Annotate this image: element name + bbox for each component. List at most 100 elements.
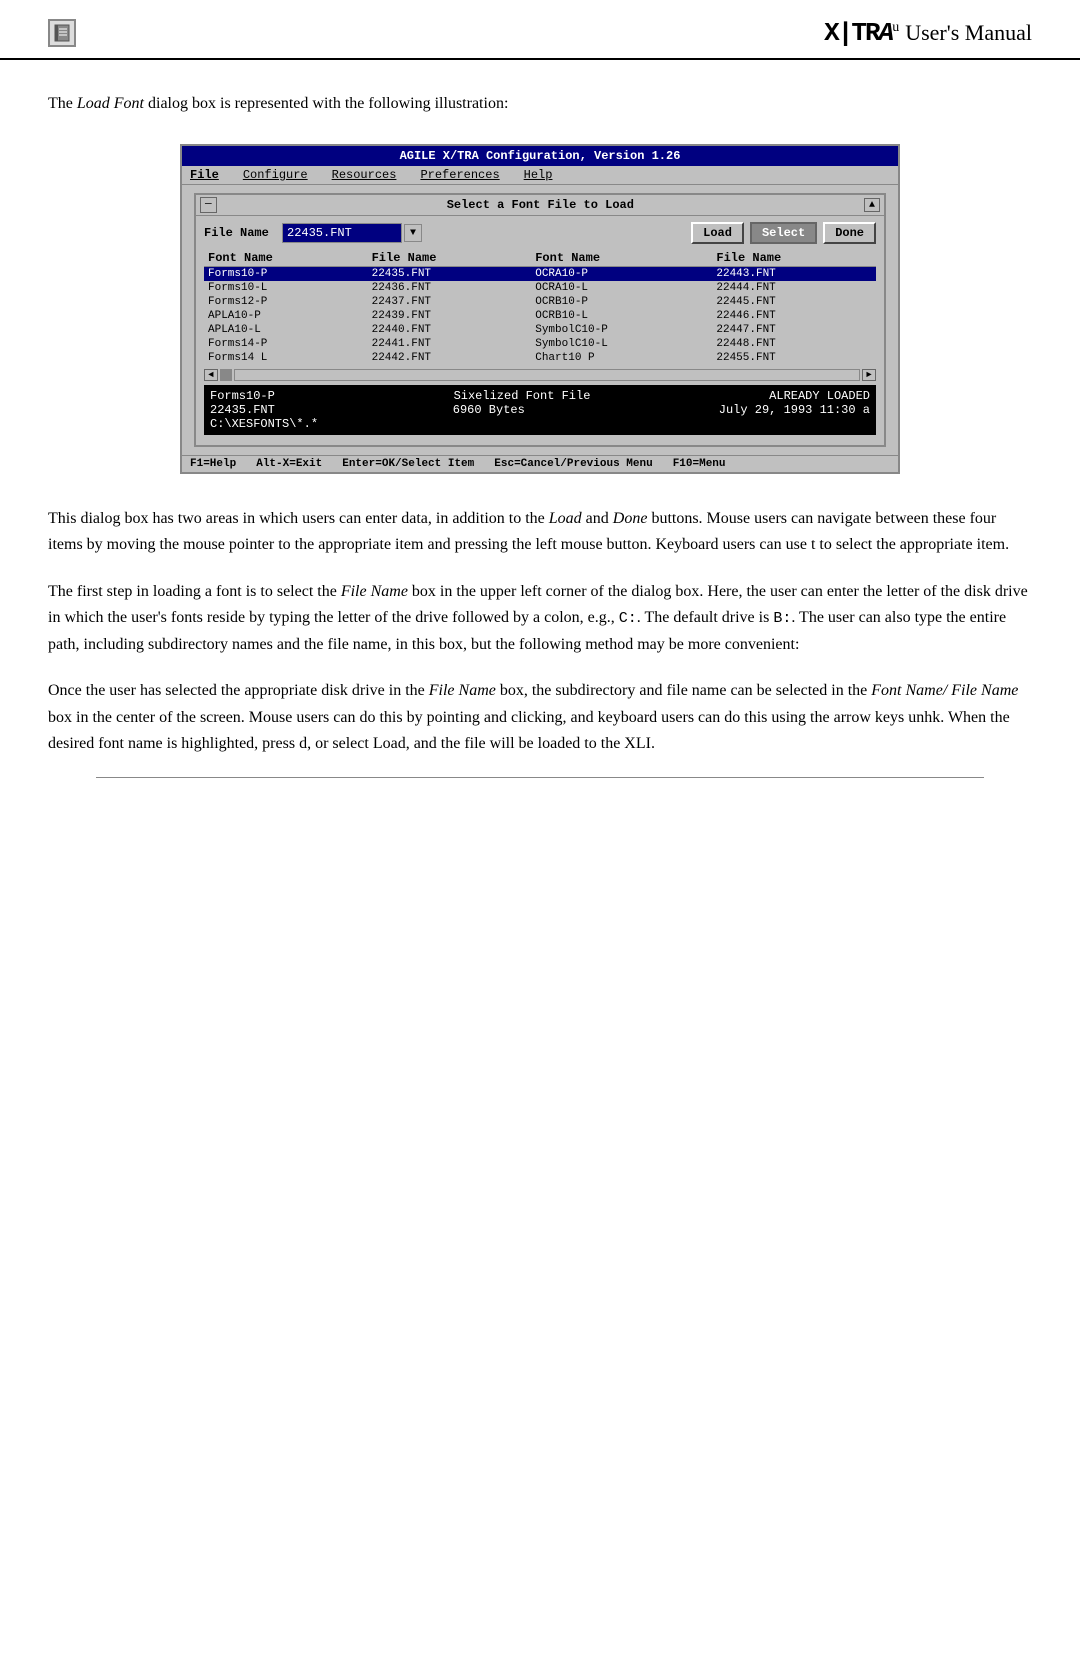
col-font-name-2: Font Name bbox=[531, 250, 712, 267]
cell-font1: APLA10-L bbox=[204, 323, 368, 337]
table-row[interactable]: Forms10-L 22436.FNT OCRA10-L 22444.FNT bbox=[204, 281, 876, 295]
cell-file1: 22436.FNT bbox=[368, 281, 532, 295]
page-content: The Load Font dialog box is represented … bbox=[0, 60, 1080, 818]
cell-file1: 22437.FNT bbox=[368, 295, 532, 309]
status-filesize: 6960 Bytes bbox=[453, 403, 525, 417]
status-line-2: 22435.FNT 6960 Bytes July 29, 1993 11:30… bbox=[210, 403, 870, 417]
cell-font1: APLA10-P bbox=[204, 309, 368, 323]
status-font-type: Sixelized Font File bbox=[454, 389, 591, 403]
load-font-italic: Load Font bbox=[77, 95, 144, 112]
table-row[interactable]: APLA10-P 22439.FNT OCRB10-L 22446.FNT bbox=[204, 309, 876, 323]
exit-key: Alt-X=Exit bbox=[256, 458, 322, 470]
header-title: X|TRAu User's Manual bbox=[824, 18, 1032, 48]
app-titlebar: AGILE X/TRA Configuration, Version 1.26 bbox=[182, 146, 898, 166]
header-logo bbox=[48, 19, 76, 47]
inner-dialog-titlebar: ─ Select a Font File to Load ▲ bbox=[196, 195, 884, 216]
status-line-1: Forms10-P Sixelized Font File ALREADY LO… bbox=[210, 389, 870, 403]
cell-file2: 22443.FNT bbox=[712, 267, 876, 282]
status-area: Forms10-P Sixelized Font File ALREADY LO… bbox=[204, 385, 876, 435]
cell-font2: OCRB10-L bbox=[531, 309, 712, 323]
cell-font2: OCRA10-P bbox=[531, 267, 712, 282]
horizontal-scroll-row: ◄ ► bbox=[204, 369, 876, 381]
cell-font1: Forms10-L bbox=[204, 281, 368, 295]
app-menubar: File Configure Resources Preferences Hel… bbox=[182, 166, 898, 185]
load-button[interactable]: Load bbox=[691, 222, 744, 244]
font-table-container: Font Name File Name Font Name File Name … bbox=[204, 250, 876, 385]
status-path: C:\XESFONTS\*.* bbox=[210, 417, 318, 431]
filename-label: File Name bbox=[204, 226, 274, 240]
status-loaded: ALREADY LOADED bbox=[769, 389, 870, 403]
body-paragraph-3: Once the user has selected the appropria… bbox=[48, 678, 1032, 757]
cell-font2: OCRA10-L bbox=[531, 281, 712, 295]
menu-help[interactable]: Help bbox=[524, 168, 553, 182]
cell-file2: 22448.FNT bbox=[712, 337, 876, 351]
cell-font2: SymbolC10-L bbox=[531, 337, 712, 351]
status-date: July 29, 1993 11:30 a bbox=[719, 403, 870, 417]
cell-font1: Forms14-P bbox=[204, 337, 368, 351]
help-key: F1=Help bbox=[190, 458, 236, 470]
f10-key: F10=Menu bbox=[673, 458, 726, 470]
body-paragraph-2: The first step in loading a font is to s… bbox=[48, 579, 1032, 659]
dialog-buttons: Load Select Done bbox=[691, 222, 876, 244]
menu-preferences[interactable]: Preferences bbox=[420, 168, 499, 182]
done-button[interactable]: Done bbox=[823, 222, 876, 244]
cell-file2: 22447.FNT bbox=[712, 323, 876, 337]
cell-file2: 22446.FNT bbox=[712, 309, 876, 323]
dropdown-arrow[interactable]: ▼ bbox=[404, 224, 422, 242]
load-italic: Load bbox=[549, 510, 582, 527]
cell-file1: 22441.FNT bbox=[368, 337, 532, 351]
scroll-up-btn[interactable]: ▲ bbox=[864, 198, 880, 212]
scroll-left-btn[interactable]: ◄ bbox=[204, 369, 218, 381]
file-name-italic-2: File Name bbox=[429, 682, 496, 699]
cell-file2: 22445.FNT bbox=[712, 295, 876, 309]
minimize-box[interactable]: ─ bbox=[200, 197, 217, 213]
filename-row: File Name 22435.FNT ▼ Load Select Done bbox=[204, 222, 876, 244]
scroll-right-btn[interactable]: ► bbox=[862, 369, 876, 381]
table-row[interactable]: Forms14-P 22441.FNT SymbolC10-L 22448.FN… bbox=[204, 337, 876, 351]
cell-file1: 22440.FNT bbox=[368, 323, 532, 337]
file-name-italic: File Name bbox=[341, 583, 408, 600]
cell-file2: 22455.FNT bbox=[712, 351, 876, 365]
inner-dialog-body: File Name 22435.FNT ▼ Load Select Done bbox=[196, 216, 884, 445]
inner-dialog: ─ Select a Font File to Load ▲ File Name… bbox=[194, 193, 886, 447]
status-line-3: C:\XESFONTS\*.* bbox=[210, 417, 870, 431]
cell-file2: 22444.FNT bbox=[712, 281, 876, 295]
status-font-name: Forms10-P bbox=[210, 389, 275, 403]
cell-font1: Forms10-P bbox=[204, 267, 368, 282]
done-italic: Done bbox=[613, 510, 648, 527]
menu-resources[interactable]: Resources bbox=[332, 168, 397, 182]
cell-file1: 22442.FNT bbox=[368, 351, 532, 365]
col-file-name-1: File Name bbox=[368, 250, 532, 267]
enter-key: Enter=OK/Select Item bbox=[342, 458, 474, 470]
page-footer bbox=[96, 777, 984, 786]
table-row[interactable]: Forms10-P 22435.FNT OCRA10-P 22443.FNT bbox=[204, 267, 876, 282]
menu-file[interactable]: File bbox=[190, 168, 219, 182]
font-file-name-italic: Font Name/ File Name bbox=[871, 682, 1018, 699]
cell-font2: Chart10 P bbox=[531, 351, 712, 365]
cell-font1: Forms14 L bbox=[204, 351, 368, 365]
page-header: X|TRAu User's Manual bbox=[0, 0, 1080, 60]
font-table: Font Name File Name Font Name File Name … bbox=[204, 250, 876, 365]
intro-paragraph: The Load Font dialog box is represented … bbox=[48, 92, 1032, 116]
col-file-name-2: File Name bbox=[712, 250, 876, 267]
cell-file1: 22435.FNT bbox=[368, 267, 532, 282]
scroll-thumb bbox=[220, 369, 232, 381]
cell-font1: Forms12-P bbox=[204, 295, 368, 309]
cell-file1: 22439.FNT bbox=[368, 309, 532, 323]
col-font-name-1: Font Name bbox=[204, 250, 368, 267]
book-icon bbox=[48, 19, 76, 47]
esc-key: Esc=Cancel/Previous Menu bbox=[494, 458, 652, 470]
status-filename: 22435.FNT bbox=[210, 403, 275, 417]
select-button[interactable]: Select bbox=[750, 222, 817, 244]
inner-dialog-title: Select a Font File to Load bbox=[223, 198, 858, 212]
table-row[interactable]: Forms12-P 22437.FNT OCRB10-P 22445.FNT bbox=[204, 295, 876, 309]
dialog-illustration: AGILE X/TRA Configuration, Version 1.26 … bbox=[180, 144, 900, 474]
menu-configure[interactable]: Configure bbox=[243, 168, 308, 182]
cell-font2: SymbolC10-P bbox=[531, 323, 712, 337]
filename-input[interactable]: 22435.FNT bbox=[282, 223, 402, 243]
table-row[interactable]: APLA10-L 22440.FNT SymbolC10-P 22447.FNT bbox=[204, 323, 876, 337]
table-row[interactable]: Forms14 L 22442.FNT Chart10 P 22455.FNT bbox=[204, 351, 876, 365]
body-paragraph-1: This dialog box has two areas in which u… bbox=[48, 506, 1032, 559]
cell-font2: OCRB10-P bbox=[531, 295, 712, 309]
app-bottombar: F1=Help Alt-X=Exit Enter=OK/Select Item … bbox=[182, 455, 898, 472]
